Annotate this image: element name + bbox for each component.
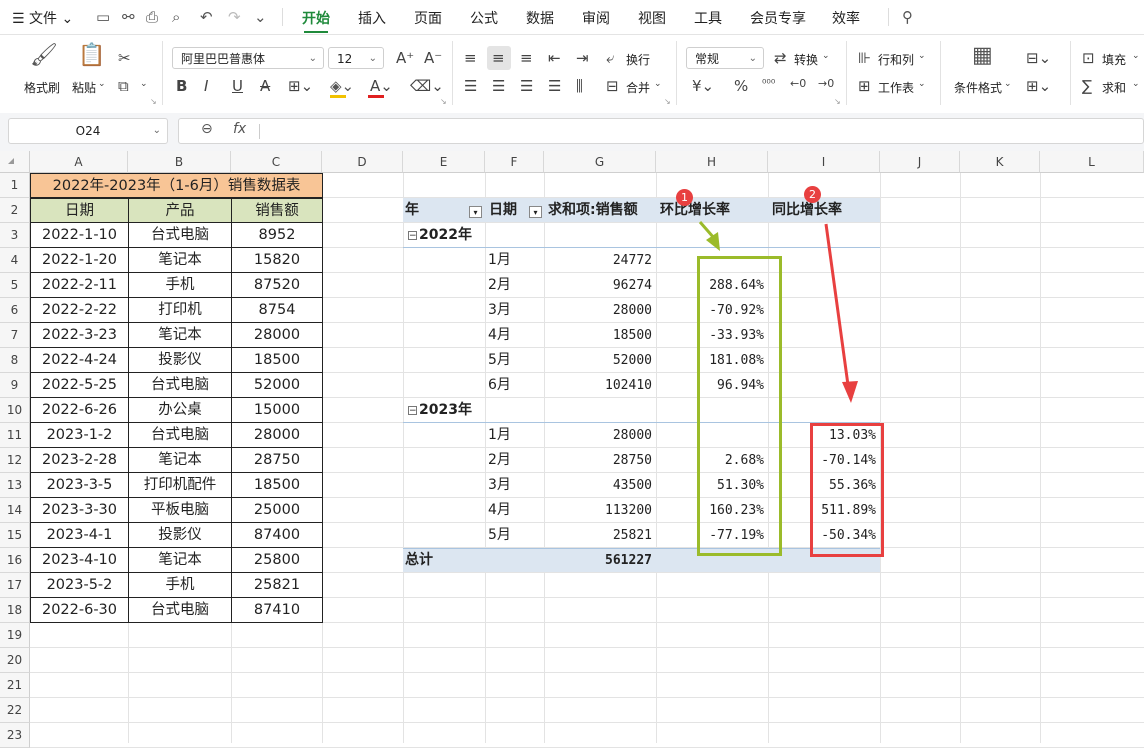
red-arrow-head xyxy=(842,381,858,403)
annotation-badge-1: 1 xyxy=(676,189,693,206)
red-arrow-line xyxy=(824,223,850,386)
annotation-badge-2: 2 xyxy=(804,186,821,203)
green-arrow-line xyxy=(698,221,716,239)
annotation-arrows xyxy=(698,221,858,403)
